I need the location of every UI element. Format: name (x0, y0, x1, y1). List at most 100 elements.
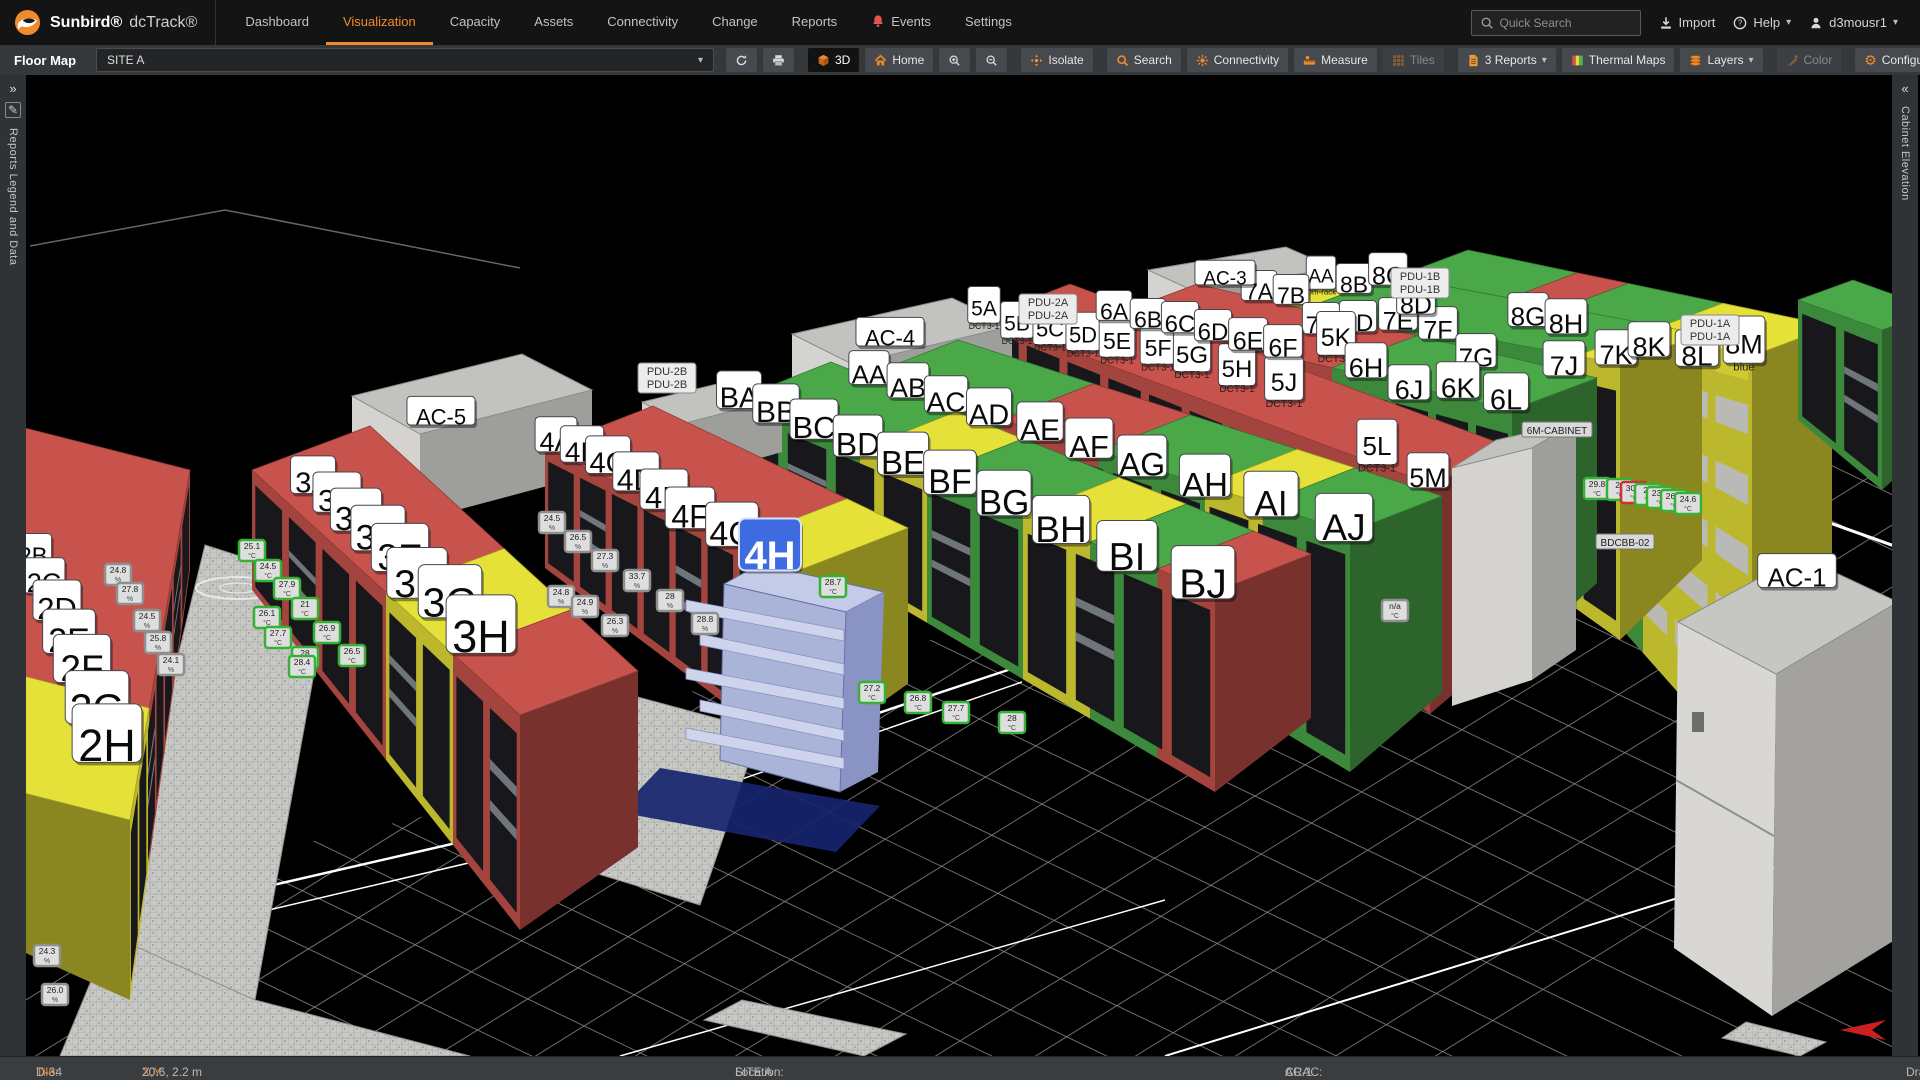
cabinet-label-ah[interactable]: AH (1179, 454, 1232, 503)
floor-map-3d-canvas[interactable]: 24.8%27.8%24.5%25.8%24.1%24.3%26.0%24.5%… (26, 75, 1892, 1056)
nav-item-settings[interactable]: Settings (948, 0, 1029, 45)
cabinet-label-5a[interactable]: 5ADCT3-1 (968, 287, 1003, 331)
svg-text:PDU-1A: PDU-1A (1690, 331, 1731, 343)
thermal-maps-button[interactable]: Thermal Maps (1562, 48, 1675, 72)
tiles-button[interactable]: Tiles (1383, 48, 1444, 72)
cabinet-label-5j[interactable]: 5JDCT3-1 (1265, 357, 1306, 410)
pdu-label-pdu-1a[interactable]: PDU-1APDU-1A (1681, 315, 1739, 345)
cabinet-label-bf[interactable]: BF (924, 450, 979, 501)
cabinet-label-3h[interactable]: 3H (446, 595, 518, 662)
configure-button[interactable]: ⚙Configure (1855, 48, 1920, 72)
user-menu[interactable]: d3mousr1 ▾ (1809, 15, 1898, 30)
quick-search-input[interactable] (1500, 16, 1632, 30)
cabinet-label-af[interactable]: AF (1065, 418, 1115, 464)
color-button[interactable]: Color (1777, 48, 1842, 72)
refresh-button[interactable] (726, 48, 757, 72)
svg-text:DCT3-1: DCT3-1 (1002, 336, 1033, 346)
crac-ac-1[interactable] (1674, 556, 1892, 1016)
cabinet-label-6h[interactable]: 6H (1345, 343, 1389, 383)
cabinet-label-8g[interactable]: 8G (1508, 293, 1550, 332)
cabinet-label-6j[interactable]: 6J (1388, 365, 1432, 405)
svg-text:27.2: 27.2 (864, 683, 881, 693)
home-button[interactable]: Home (865, 48, 933, 72)
cabinet-label-ac[interactable]: AC (924, 376, 969, 417)
left-panel-title[interactable]: Reports Legend and Data (7, 128, 19, 265)
sensor-badge: 21°C (292, 598, 318, 619)
cabinet-label-bj[interactable]: BJ (1171, 546, 1237, 607)
svg-text:4F: 4F (671, 499, 708, 535)
cabinet-label-6d[interactable]: 6D (1194, 310, 1233, 346)
cabinet-label-bc[interactable]: BC (790, 399, 840, 445)
cabinet-label-8k[interactable]: 8K (1628, 322, 1672, 362)
help-button[interactable]: ? Help ▾ (1733, 15, 1791, 30)
nav-item-visualization[interactable]: Visualization (326, 0, 433, 45)
site-select[interactable]: SITE A ▾ (96, 48, 714, 72)
crac-label-ac-5[interactable]: AC-5 (407, 396, 477, 429)
pdu-label-pdu-1b[interactable]: PDU-1BPDU-1B (1391, 268, 1449, 298)
svg-text:7J: 7J (1550, 351, 1579, 381)
import-button[interactable]: Import (1659, 15, 1716, 30)
nav-item-label: Connectivity (607, 14, 678, 29)
svg-text:24.5: 24.5 (260, 561, 277, 571)
search-button[interactable]: Search (1107, 48, 1181, 72)
cabinet-label-ad[interactable]: AD (967, 388, 1014, 432)
print-button[interactable] (763, 48, 794, 72)
cabinet-label-8h[interactable]: 8H (1545, 299, 1589, 339)
nav-item-change[interactable]: Change (695, 0, 775, 45)
cabinet-5m-gray[interactable] (1452, 422, 1576, 706)
isolate-button[interactable]: Isolate (1021, 48, 1092, 72)
nav-item-assets[interactable]: Assets (517, 0, 590, 45)
svg-text:°C: °C (298, 668, 306, 676)
connectivity-button[interactable]: Connectivity (1187, 48, 1288, 72)
expand-left-icon[interactable]: « (1901, 81, 1908, 96)
cabinet-label-be[interactable]: BE (877, 432, 930, 481)
crac-label-ac-4[interactable]: AC-4 (856, 317, 926, 350)
cabinet-label-6l[interactable]: 6L (1484, 373, 1531, 417)
nav-item-capacity[interactable]: Capacity (433, 0, 518, 45)
pdu-label-pdu-2a[interactable]: PDU-2APDU-2A (1019, 294, 1077, 324)
cabinet-label-ae[interactable]: AE (1017, 402, 1066, 447)
nav-item-events[interactable]: Events (854, 0, 948, 45)
cabinet-label-bh[interactable]: BH (1032, 495, 1091, 550)
measure-button[interactable]: Measure (1294, 48, 1377, 72)
tag-label-6m-cabinet[interactable]: 6M-CABINET (1522, 422, 1592, 437)
cabinet-label-5m[interactable]: 5M (1407, 453, 1451, 493)
edit-icon[interactable]: ✎ (5, 102, 21, 118)
nav-item-reports[interactable]: Reports (775, 0, 855, 45)
cabinet-label-ag[interactable]: AG (1117, 435, 1169, 483)
pdu-label-pdu-2b[interactable]: PDU-2BPDU-2B (638, 363, 696, 393)
layers-button[interactable]: Layers▾ (1680, 48, 1762, 72)
cabinet-label-2h[interactable]: 2H (72, 704, 144, 771)
north-flag-icon (1840, 1020, 1886, 1040)
cabinet-label-ai[interactable]: AI (1244, 471, 1300, 523)
svg-text:6K: 6K (1441, 372, 1476, 403)
cabinet-label-6k[interactable]: 6K (1436, 362, 1481, 403)
cabinet-label-aj[interactable]: AJ (1315, 493, 1374, 548)
crac-label-ac-1[interactable]: AC-1 (1758, 554, 1839, 593)
selected-cabinet-label-4h[interactable]: 4H (739, 519, 803, 579)
crac-label-ac-3[interactable]: AC-3 (1195, 260, 1257, 289)
reports-button[interactable]: 3 Reports▾ (1458, 48, 1556, 72)
cabinet-label-7j[interactable]: 7J (1543, 341, 1587, 381)
svg-text:2H: 2H (78, 720, 136, 771)
cabinet-label-aa[interactable]: AA (849, 351, 891, 390)
svg-text:27.9: 27.9 (279, 579, 296, 589)
nav-item-connectivity[interactable]: Connectivity (590, 0, 695, 45)
cabinet-label-5l[interactable]: 5LDCT3-1 (1357, 419, 1399, 474)
zoom-in-button[interactable] (939, 48, 970, 72)
svg-text:%: % (144, 623, 150, 630)
3d-toggle-button[interactable]: 3D (808, 48, 859, 72)
cabinet-label-bi[interactable]: BI (1097, 520, 1159, 578)
nav-item-dashboard[interactable]: Dashboard (228, 0, 326, 45)
button-label: Tiles (1410, 53, 1435, 67)
zoom-out-button[interactable] (976, 48, 1007, 72)
expand-right-icon[interactable]: » (9, 81, 16, 96)
cabinet-label-6f[interactable]: 6F (1264, 325, 1305, 363)
quick-search[interactable] (1471, 10, 1641, 36)
cabinet-label-bg[interactable]: BG (977, 470, 1033, 522)
tag-label-bdcbb-02[interactable]: BDCBB-02 (1596, 534, 1654, 549)
sensor-badge: 25.1°C (239, 540, 265, 561)
cabinet-label-6a[interactable]: 6A (1096, 290, 1134, 324)
right-panel-title[interactable]: Cabinet Elevation (1899, 106, 1911, 201)
svg-text:21: 21 (300, 599, 310, 609)
